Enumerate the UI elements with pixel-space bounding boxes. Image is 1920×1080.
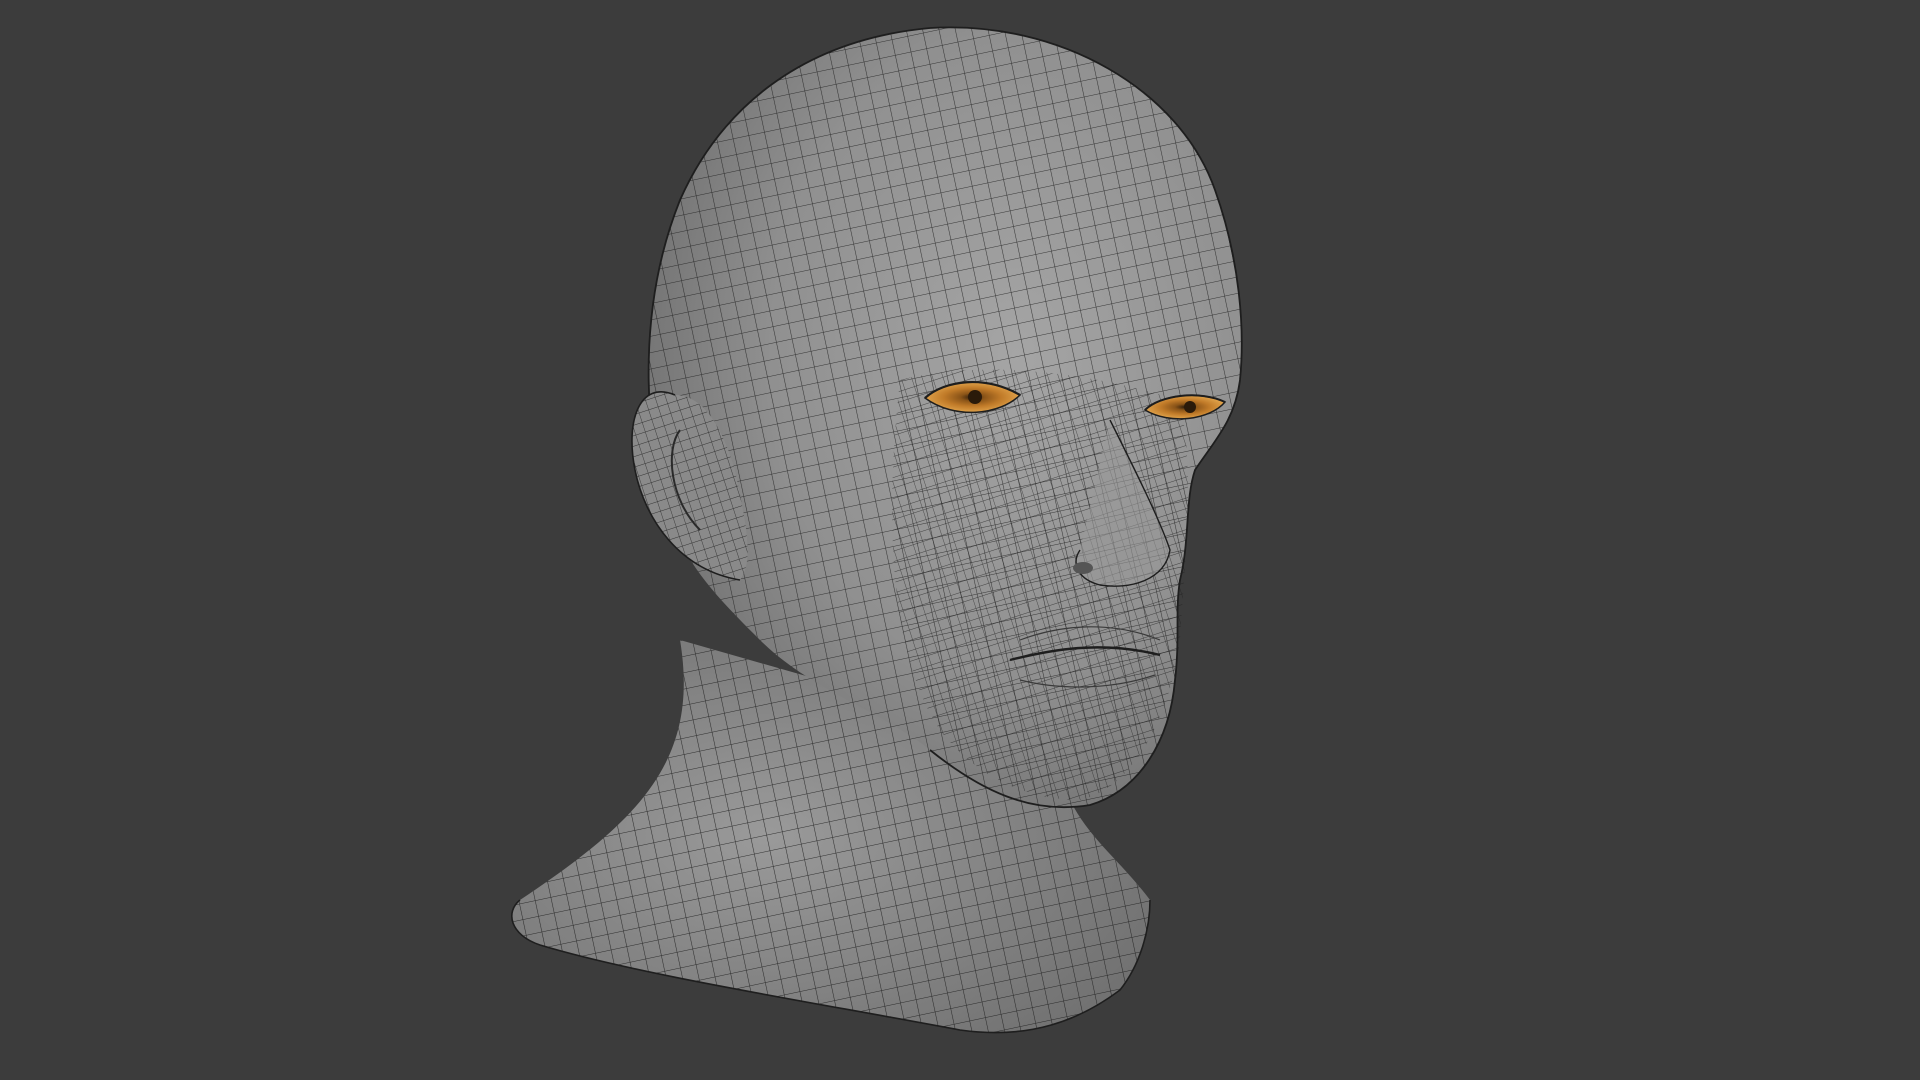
3d-viewport[interactable] [0,0,1920,1080]
